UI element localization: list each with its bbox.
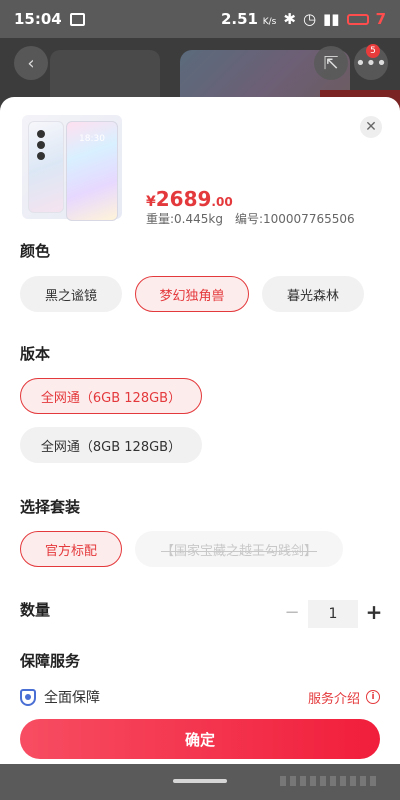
phone-back-image — [28, 121, 64, 213]
service-section-title: 保障服务 — [20, 652, 81, 670]
status-bar: 15:04 2.51 K/s ✱ ◷ ▮▮ 7 — [0, 0, 400, 38]
service-label: 全面保障 — [44, 690, 100, 706]
camera-icon — [37, 152, 45, 160]
status-right: 2.51 K/s ✱ ◷ ▮▮ 7 — [221, 10, 386, 28]
network-speed: 2.51 K/s — [221, 10, 276, 28]
quantity-input[interactable]: 1 — [308, 600, 358, 628]
bluetooth-icon: ✱ — [283, 10, 296, 28]
version-option-label: 全网通（6GB 128GB） — [40, 390, 182, 406]
package-option-label: 官方标配 — [44, 543, 97, 559]
quantity-decrease-button[interactable]: − — [282, 602, 302, 623]
speed-unit: K/s — [262, 17, 277, 27]
speed-value: 2.51 — [220, 10, 258, 28]
product-meta: 重量:0.445kg 编号:100007765506 — [146, 210, 355, 227]
service-intro-label: 服务介绍 — [307, 691, 360, 707]
back-button[interactable]: ‹ — [14, 46, 48, 80]
color-option-1[interactable]: 梦幻独角兽 — [135, 276, 249, 312]
version-option-0[interactable]: 全网通（6GB 128GB） — [20, 378, 202, 414]
product-weight: 重量:0.445kg — [146, 212, 223, 226]
color-option-2[interactable]: 暮光森林 — [262, 276, 364, 312]
nav-watermark — [280, 776, 380, 786]
close-button[interactable]: ✕ — [360, 116, 382, 138]
package-section-title: 选择套装 — [20, 498, 81, 516]
camera-icon — [37, 130, 45, 138]
phone-screen-time: 18:30 — [79, 134, 105, 144]
product-sku: 编号:100007765506 — [234, 212, 355, 226]
price-integer: 2689 — [155, 187, 212, 211]
sku-selector-sheet: 18:30 ✕ ¥ 2689 .00 重量:0.445kg 编号:1000077… — [0, 97, 400, 764]
share-button[interactable]: ⇱ — [314, 46, 348, 80]
price-currency: ¥ — [146, 194, 156, 210]
shield-icon — [20, 688, 36, 706]
service-row: 全面保障 服务介绍 i — [20, 687, 380, 707]
status-time: 15:04 — [14, 10, 62, 28]
color-section-title: 颜色 — [20, 242, 51, 260]
battery-icon — [346, 13, 369, 25]
notification-badge: 5 — [366, 44, 380, 58]
package-option-1: 【国家宝藏之越王勾践剑】 — [135, 531, 343, 567]
product-thumbnail: 18:30 — [22, 115, 122, 221]
info-icon: i — [366, 690, 380, 704]
color-option-label: 黑之谧镜 — [44, 288, 97, 304]
navigation-bar — [0, 764, 400, 800]
signal-icon: ▮▮ — [323, 10, 340, 28]
message-icon — [69, 12, 85, 26]
battery-level: 7 — [375, 10, 386, 28]
product-price: ¥ 2689 .00 — [146, 187, 233, 211]
home-gesture-handle[interactable] — [173, 779, 227, 783]
confirm-button[interactable]: 确定 — [20, 719, 380, 759]
price-decimal: .00 — [211, 195, 233, 209]
camera-icon — [37, 141, 45, 149]
package-option-0[interactable]: 官方标配 — [20, 531, 122, 567]
version-option-1[interactable]: 全网通（8GB 128GB） — [20, 427, 202, 463]
chevron-left-icon: ‹ — [27, 52, 35, 74]
color-option-0[interactable]: 黑之谧镜 — [20, 276, 122, 312]
phone-front-image: 18:30 — [66, 121, 118, 221]
version-option-label: 全网通（8GB 128GB） — [40, 439, 182, 455]
quantity-increase-button[interactable]: + — [364, 600, 384, 624]
share-icon: ⇱ — [323, 52, 339, 74]
close-icon: ✕ — [365, 119, 377, 135]
package-option-label: 【国家宝藏之越王勾践剑】 — [160, 543, 317, 559]
clock-icon: ◷ — [302, 10, 317, 28]
color-option-label: 暮光森林 — [286, 288, 339, 304]
quantity-section-title: 数量 — [20, 601, 51, 619]
version-section-title: 版本 — [20, 345, 51, 363]
color-option-label: 梦幻独角兽 — [159, 288, 225, 304]
service-intro-link[interactable]: 服务介绍 i — [308, 688, 380, 707]
confirm-label: 确定 — [184, 730, 215, 749]
